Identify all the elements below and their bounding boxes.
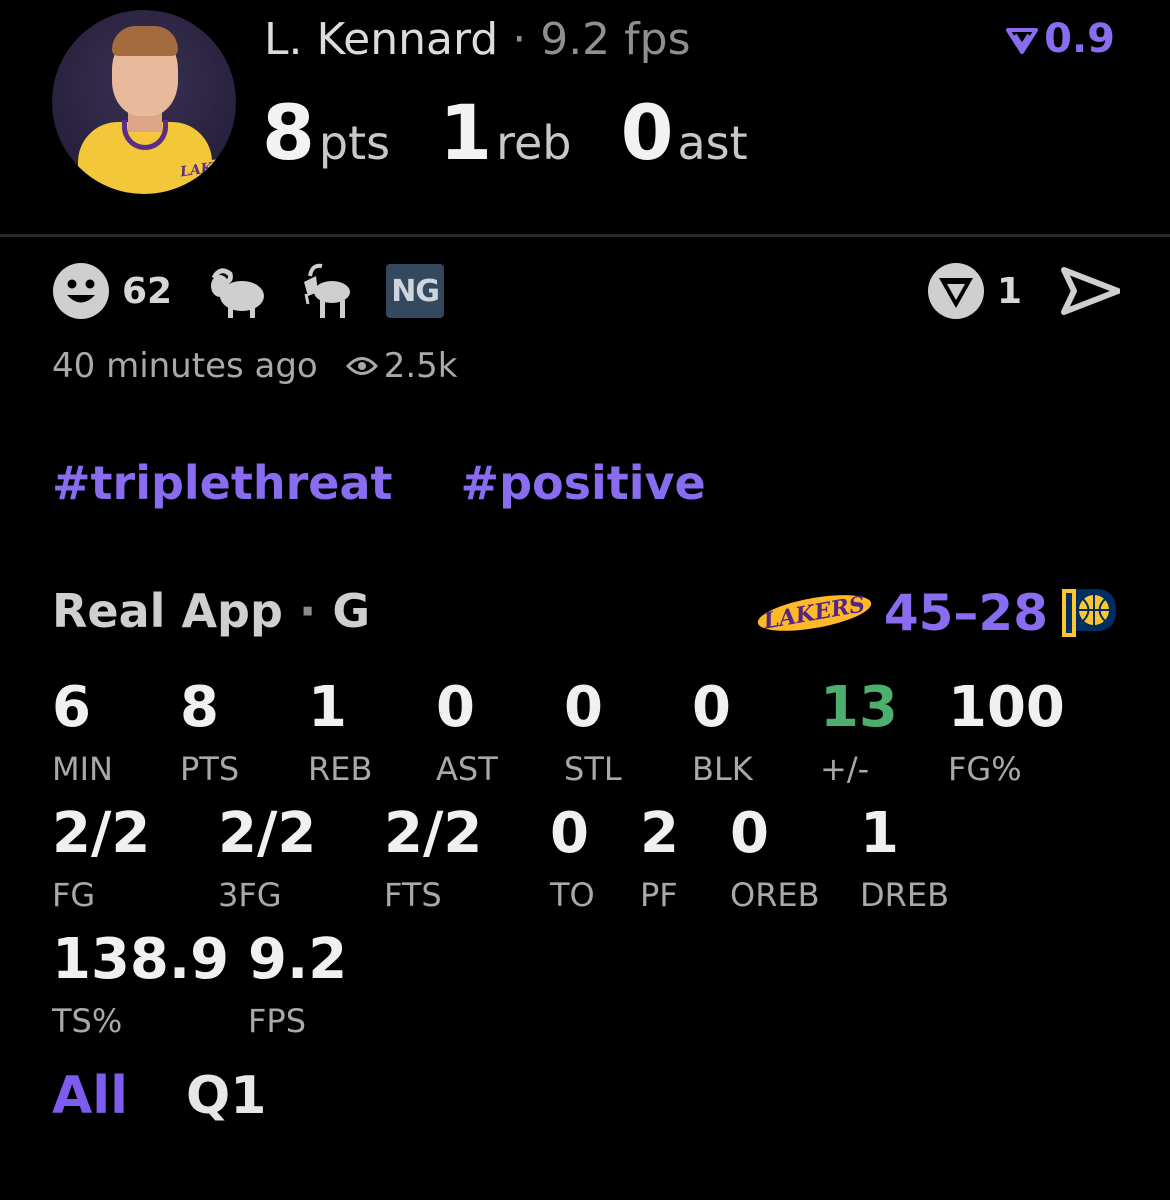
- stat-3fg: 2/2 3FG: [218, 801, 317, 915]
- period-tabs: All Q1: [52, 1066, 266, 1126]
- rating-badge[interactable]: 0.9: [1006, 16, 1115, 62]
- stat-min: 6 MIN: [52, 675, 113, 789]
- ram-icon[interactable]: [206, 262, 268, 320]
- stat-to: 0 TO: [550, 801, 595, 915]
- stat-fts: 2/2 FTS: [384, 801, 483, 915]
- view-count: 2.5k: [345, 346, 458, 386]
- stat-fg-pct: 100 FG%: [948, 675, 1065, 789]
- game-source[interactable]: Real App: [52, 584, 283, 638]
- goat-icon[interactable]: [296, 262, 358, 320]
- rating-value: 0.9: [1044, 16, 1115, 62]
- player-fps: 9.2 fps: [540, 14, 691, 65]
- ng-badge[interactable]: NG: [386, 264, 445, 318]
- home-team-logo: LAKERS: [755, 588, 874, 638]
- stat-fps: 9.2 FPS: [248, 927, 348, 1041]
- stat-stl: 0 STL: [564, 675, 622, 789]
- stat-blk: 0 BLK: [692, 675, 753, 789]
- tab-q1[interactable]: Q1: [186, 1066, 266, 1126]
- hashtag[interactable]: #triplethreat: [52, 456, 393, 510]
- post-meta: 40 minutes ago 2.5k: [52, 346, 458, 386]
- stat-oreb: 0 OREB: [730, 801, 820, 915]
- smiley-icon[interactable]: [52, 262, 110, 320]
- player-name[interactable]: L. Kennard: [264, 14, 498, 65]
- vote-count: 1: [996, 270, 1022, 312]
- game-title: Real App · G: [52, 584, 371, 638]
- score-text: 45–28: [883, 584, 1048, 642]
- stat-pf: 2 PF: [640, 801, 679, 915]
- stat-dreb: 1 DREB: [860, 801, 950, 915]
- stat-ts-pct: 138.9 TS%: [52, 927, 230, 1041]
- player-name-line: L. Kennard · 9.2 fps: [264, 14, 691, 65]
- vote-icon[interactable]: [927, 262, 985, 320]
- smiley-count: 62: [122, 270, 173, 312]
- eye-icon: [345, 357, 378, 375]
- time-ago: 40 minutes ago: [52, 346, 318, 386]
- tab-all[interactable]: All: [52, 1066, 128, 1126]
- stat-ast: 0 AST: [436, 675, 498, 789]
- player-position: G: [332, 584, 371, 638]
- game-score[interactable]: LAKERS 45–28: [755, 584, 1118, 642]
- away-team-logo: [1062, 589, 1116, 637]
- reaction-bar: 62 NG: [52, 262, 445, 320]
- hashtags: #triplethreat #positive: [52, 456, 758, 510]
- share-icon[interactable]: [1060, 266, 1120, 316]
- hashtag[interactable]: #positive: [461, 456, 706, 510]
- headline-stats: 8 pts 1 reb 0 ast: [262, 88, 748, 177]
- stat-fg: 2/2 FG: [52, 801, 151, 915]
- stat-reb: 1 REB: [308, 675, 373, 789]
- stat-plus-minus: 13 +/-: [820, 675, 898, 789]
- rating-icon: [1006, 28, 1039, 54]
- header-divider: [0, 234, 1170, 237]
- stat-pts: 8 PTS: [180, 675, 240, 789]
- player-avatar[interactable]: LAKERS: [52, 10, 236, 194]
- right-actions: 1: [927, 262, 1120, 320]
